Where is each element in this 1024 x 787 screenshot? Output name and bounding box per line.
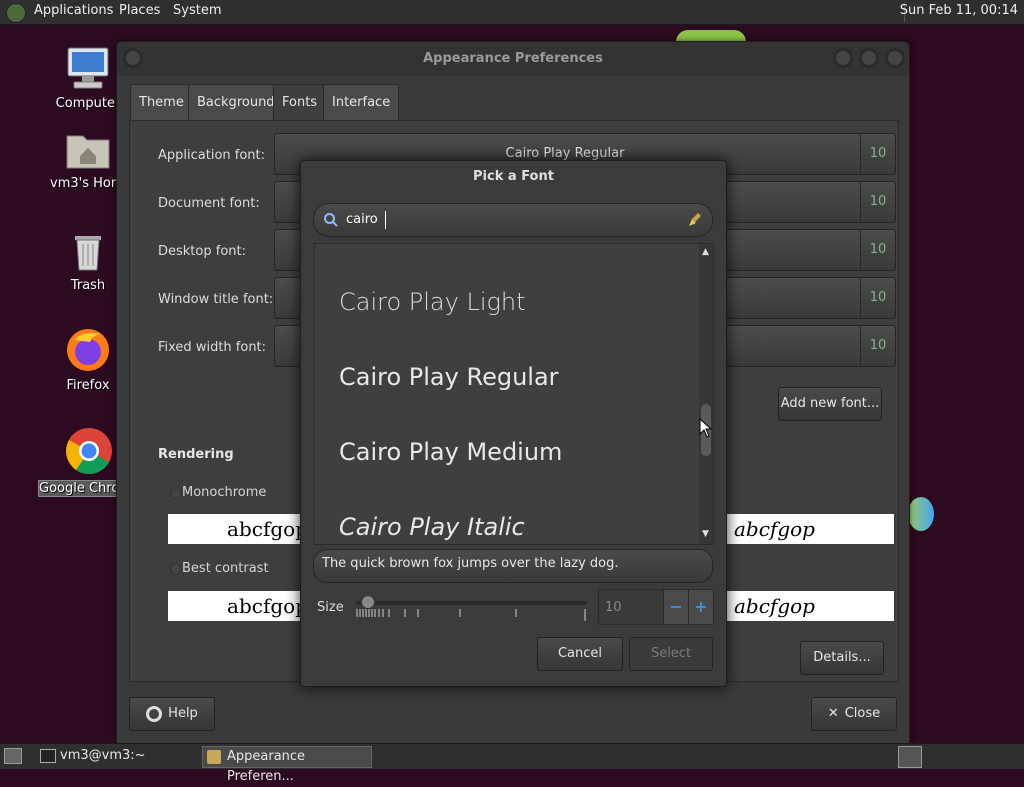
pick-font-dialog: Pick a Font cairo Cairo Play Light Cairo… [300,160,727,687]
maximize-button[interactable] [859,48,879,68]
size-slider[interactable] [356,601,586,605]
list-item[interactable]: Cairo Play Medium [339,438,562,466]
font-list-scrollbar[interactable]: ▲ ▼ [699,244,713,544]
monochrome-radio[interactable] [170,487,182,499]
window-titlebar[interactable]: Appearance Preferences [117,42,909,76]
desktop-label-chrome: Google Chrome [38,480,120,497]
window-title: Appearance Preferences [423,51,603,66]
bottom-panel: vm3@vm3:~ Appearance Preferen... [0,743,1024,784]
chrome-icon [66,428,112,474]
tab-background[interactable]: Background [188,84,284,122]
size-spinbutton[interactable]: 10 − + [598,589,714,625]
close-label: Close [844,706,881,721]
best-contrast-label: Best contrast [182,561,269,576]
scroll-up-icon[interactable]: ▲ [702,247,709,257]
best-contrast-preview-left[interactable]: abcfgop [168,591,312,621]
monochrome-preview-right[interactable]: abcfgop [726,514,894,544]
workspace-switcher[interactable] [898,746,922,768]
desktop-icon-chrome[interactable]: Google Chrome [34,426,124,497]
show-desktop-icon[interactable] [4,748,22,764]
font-preview-entry[interactable]: The quick brown fox jumps over the lazy … [313,549,713,583]
search-text: cairo [346,212,378,227]
desktop-label-home: vm3's Home [50,176,120,191]
preview-text: The quick brown fox jumps over the lazy … [322,556,619,571]
mouse-pointer-icon [699,418,713,438]
size-increase-button[interactable]: + [688,590,713,624]
desktop-font-size: 10 [860,230,895,270]
top-panel: Applications Places System Sun Feb 11, 0… [0,0,1024,25]
application-font-value: Cairo Play Regular [505,146,625,161]
taskbar-item-appearance[interactable]: Appearance Preferen... [202,746,372,784]
taskbar-label-terminal: vm3@vm3:~ [60,748,146,763]
distro-logo-icon[interactable] [6,3,26,23]
font-family-list[interactable]: Cairo Play Light Cairo Play Regular Cair… [314,243,714,545]
window-title-font-label: Window title font: [158,292,274,307]
terminal-icon [40,749,56,763]
computer-icon [67,47,109,89]
home-folder-icon [66,135,110,169]
font-search-input[interactable]: cairo [313,203,713,237]
minimize-button[interactable] [833,48,853,68]
document-font-label: Document font: [158,196,260,211]
monochrome-preview-left[interactable]: abcfgop [168,514,312,544]
tab-interface[interactable]: Interface [323,84,400,122]
size-label: Size [317,600,344,615]
slider-ticks [356,609,586,621]
close-x-icon: ✕ [827,706,839,721]
window-title-font-size: 10 [860,278,895,318]
select-button[interactable]: Select [629,637,713,671]
best-contrast-radio[interactable] [170,563,182,575]
dialog-title: Pick a Font [473,169,554,184]
close-window-button[interactable] [885,48,905,68]
document-font-size: 10 [860,182,895,222]
best-contrast-preview-right[interactable]: abcfgop [726,591,894,621]
appearance-app-icon [207,750,221,764]
monochrome-label: Monochrome [182,485,267,500]
size-decrease-button[interactable]: − [663,590,688,624]
list-item[interactable]: Cairo Play Italic [339,513,525,541]
tab-theme[interactable]: Theme [130,84,193,122]
menu-applications[interactable]: Applications [34,3,113,18]
help-lifebuoy-icon [146,705,163,722]
fixed-width-font-size: 10 [860,326,895,366]
application-font-size: 10 [860,134,895,174]
clear-search-icon[interactable] [686,211,704,229]
details-button[interactable]: Details... [800,641,884,675]
rendering-heading: Rendering [158,447,234,462]
help-button[interactable]: Help [129,697,215,731]
list-item[interactable]: Cairo Play Light [339,288,526,316]
add-new-font-button[interactable]: Add new font... [778,387,882,421]
size-slider-handle[interactable] [361,595,375,609]
taskbar-label-appearance: Appearance Preferen... [227,749,306,784]
help-label: Help [168,706,198,721]
clock[interactable]: Sun Feb 11, 00:14 [900,3,1018,18]
trash-icon [75,236,101,271]
cancel-button[interactable]: Cancel [537,637,623,671]
search-icon [324,213,338,227]
application-font-label: Application font: [158,148,266,163]
menu-system[interactable]: System [173,3,221,18]
text-cursor [385,211,386,229]
list-item[interactable]: Cairo Play Regular [339,363,559,391]
wallpaper-blob [908,497,934,531]
scroll-down-icon[interactable]: ▼ [702,529,709,539]
size-value: 10 [605,600,622,615]
menu-places[interactable]: Places [119,3,160,18]
taskbar-item-terminal[interactable]: vm3@vm3:~ [36,746,220,766]
close-button[interactable]: ✕ Close [811,697,897,731]
tab-fonts[interactable]: Fonts [273,84,327,122]
desktop-font-label: Desktop font: [158,244,246,259]
fixed-width-font-label: Fixed width font: [158,340,267,355]
firefox-icon [67,329,109,371]
